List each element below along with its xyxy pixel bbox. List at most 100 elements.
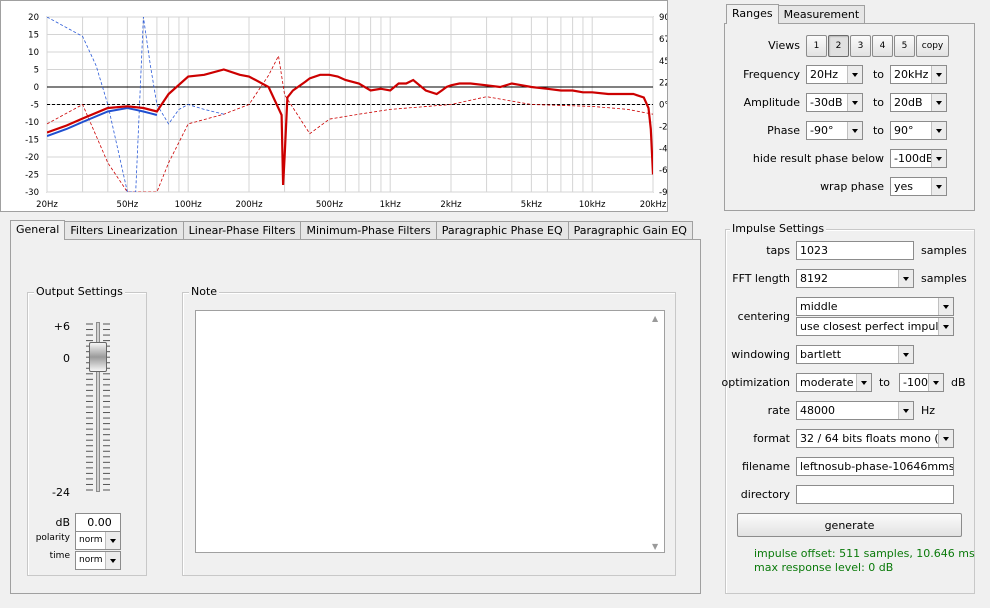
response-graph-svg: 20 15 10 5 0 -5 -10 -15 -20 -25 -30 90° 67.5° 45° 22.5… — [25, 13, 667, 210]
chevron-down-icon — [898, 270, 913, 287]
x-tick-label: 10kHz — [579, 200, 606, 210]
view-3-button[interactable]: 3 — [850, 35, 871, 57]
chevron-down-icon — [847, 94, 862, 111]
db-value-field[interactable]: 0.00 — [75, 513, 121, 532]
tab-filters-linearization[interactable]: Filters Linearization — [64, 221, 184, 240]
chevron-down-icon — [938, 430, 953, 447]
centering-mode-value: use closest perfect impulse — [800, 320, 951, 333]
windowing-select[interactable]: bartlett — [796, 345, 914, 364]
hide-phase-select[interactable]: -100dB — [890, 149, 947, 168]
y2-tick-label: -67.5° — [659, 166, 667, 176]
rate-select[interactable]: 48000 — [796, 401, 914, 420]
phase-from-select[interactable]: -90° — [806, 121, 863, 140]
amplitude-from-select[interactable]: -30dB — [806, 93, 863, 112]
centering-select[interactable]: middle — [796, 297, 954, 316]
level-slider-thumb[interactable] — [89, 342, 107, 372]
x-tick-label: 1kHz — [380, 200, 402, 210]
response-graph[interactable]: 20 15 10 5 0 -5 -10 -15 -20 -25 -30 90° 67.5° 45° 22.5… — [0, 0, 668, 212]
tab-paragraphic-phase-eq[interactable]: Paragraphic Phase EQ — [435, 221, 569, 240]
filename-input[interactable]: leftnosub-phase-10646mms — [796, 457, 954, 476]
note-textarea[interactable] — [195, 310, 665, 553]
fft-length-value: 8192 — [800, 272, 828, 285]
format-label: format — [753, 432, 790, 445]
chevron-down-icon — [928, 374, 943, 391]
chevron-down-icon — [931, 66, 946, 83]
scale-label-plus6: +6 — [53, 320, 70, 333]
fft-samples-label: samples — [921, 272, 967, 285]
amplitude-to-value: 20dB — [894, 96, 923, 109]
directory-input[interactable] — [796, 485, 954, 504]
wrap-phase-value: yes — [894, 180, 914, 193]
chevron-down-icon — [931, 94, 946, 111]
tab-general[interactable]: General — [10, 220, 66, 240]
output-settings-title: Output Settings — [34, 285, 125, 298]
centering-value: middle — [800, 300, 838, 313]
taps-input[interactable]: 1023 — [796, 241, 914, 260]
tab-minimum-phase-filters[interactable]: Minimum-Phase Filters — [300, 221, 437, 240]
y-tick-label: -15 — [25, 136, 39, 146]
x-tick-label: 200Hz — [235, 200, 263, 210]
y-tick-label: -30 — [25, 188, 39, 198]
wrap-phase-select[interactable]: yes — [890, 177, 947, 196]
views-label: Views — [768, 39, 800, 52]
generate-button[interactable]: generate — [737, 513, 962, 537]
main-tabstrip: General Filters Linearization Linear-Pha… — [10, 220, 693, 240]
phase-to-select[interactable]: 90° — [890, 121, 947, 140]
view-1-button[interactable]: 1 — [806, 35, 827, 57]
chevron-down-icon — [105, 532, 120, 549]
tab-linear-phase-filters[interactable]: Linear-Phase Filters — [182, 221, 302, 240]
optimization-db-label: dB — [951, 376, 966, 389]
time-select[interactable]: norm — [75, 551, 121, 570]
y2-tick-label: 90° — [659, 13, 667, 23]
y2-tick-label: 45° — [659, 57, 667, 67]
chevron-down-icon — [856, 374, 871, 391]
x-tick-label: 20Hz — [36, 200, 58, 210]
frequency-to-select[interactable]: 20kHz — [890, 65, 947, 84]
amplitude-label: Amplitude — [743, 96, 800, 109]
view-4-button[interactable]: 4 — [872, 35, 893, 57]
scroll-down-icon[interactable]: ▼ — [652, 542, 658, 551]
tab-ranges[interactable]: Ranges — [726, 4, 779, 24]
chevron-down-icon — [931, 178, 946, 195]
y2-tick-label: 67.5° — [659, 35, 667, 45]
note-title: Note — [189, 285, 220, 298]
taps-samples-label: samples — [921, 244, 967, 257]
scroll-up-icon[interactable]: ▲ — [652, 314, 658, 323]
amplitude-from-value: -30dB — [810, 96, 843, 109]
fft-length-select[interactable]: 8192 — [796, 269, 914, 288]
amplitude-to-select[interactable]: 20dB — [890, 93, 947, 112]
time-value: norm — [79, 555, 103, 565]
tab-measurement[interactable]: Measurement — [777, 5, 866, 24]
amplitude-to-label: to — [872, 96, 884, 109]
chevron-down-icon — [931, 122, 946, 139]
y2-tick-label: -22.5° — [659, 122, 667, 132]
optimization-to-select[interactable]: -100 — [899, 373, 944, 392]
filename-label: filename — [742, 460, 790, 473]
copy-view-button[interactable]: copy — [916, 35, 949, 57]
rate-label: rate — [767, 404, 790, 417]
directory-label: directory — [740, 488, 790, 501]
phase-label: Phase — [767, 124, 800, 137]
optimization-select[interactable]: moderate — [796, 373, 872, 392]
db-label: dB — [55, 516, 70, 529]
y2-tick-label: 22.5° — [659, 79, 667, 89]
view-2-button[interactable]: 2 — [828, 35, 849, 57]
tab-paragraphic-gain-eq[interactable]: Paragraphic Gain EQ — [567, 221, 693, 240]
phase-from-value: -90° — [810, 124, 834, 137]
chevron-down-icon — [938, 318, 953, 335]
polarity-select[interactable]: norm — [75, 531, 121, 550]
format-select[interactable]: 32 / 64 bits floats mono (.txt) — [796, 429, 954, 448]
hide-phase-value: -100dB — [894, 152, 934, 165]
centering-label: centering — [737, 310, 790, 323]
polarity-value: norm — [79, 535, 103, 545]
chevron-down-icon — [931, 150, 946, 167]
frequency-from-select[interactable]: 20Hz — [806, 65, 863, 84]
wrap-phase-label: wrap phase — [820, 180, 884, 193]
view-5-button[interactable]: 5 — [894, 35, 915, 57]
x-tick-label: 500Hz — [316, 200, 344, 210]
centering-mode-select[interactable]: use closest perfect impulse — [796, 317, 954, 336]
scale-label-minus24: -24 — [52, 486, 70, 499]
y-tick-label: -25 — [25, 171, 39, 181]
y2-tick-label: -90° — [659, 188, 667, 198]
impulse-settings-title: Impulse Settings — [730, 222, 827, 235]
